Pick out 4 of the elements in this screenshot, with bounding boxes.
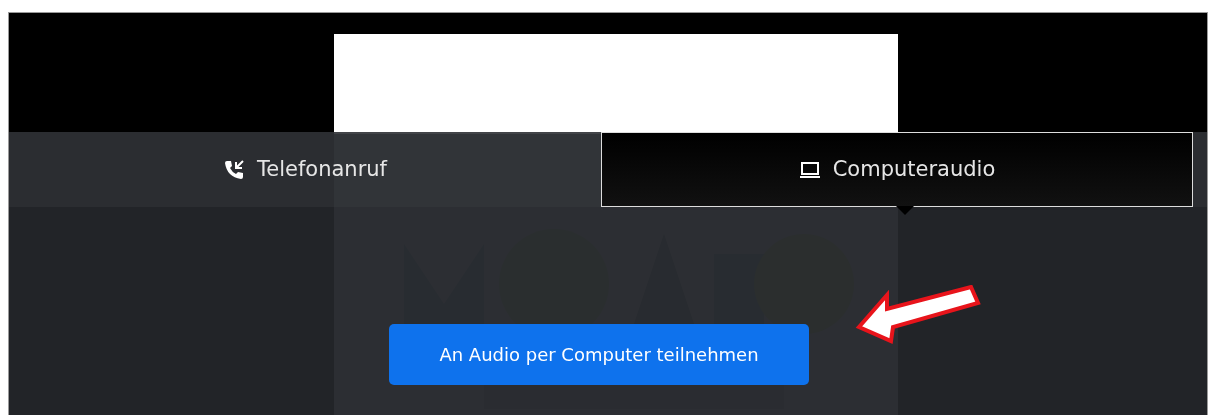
join-audio-button[interactable]: An Audio per Computer teilnehmen bbox=[389, 324, 809, 385]
audio-tab[interactable]: Telefonanruf bbox=[9, 132, 601, 207]
laptop-icon bbox=[798, 159, 821, 180]
phone-icon bbox=[223, 158, 245, 181]
